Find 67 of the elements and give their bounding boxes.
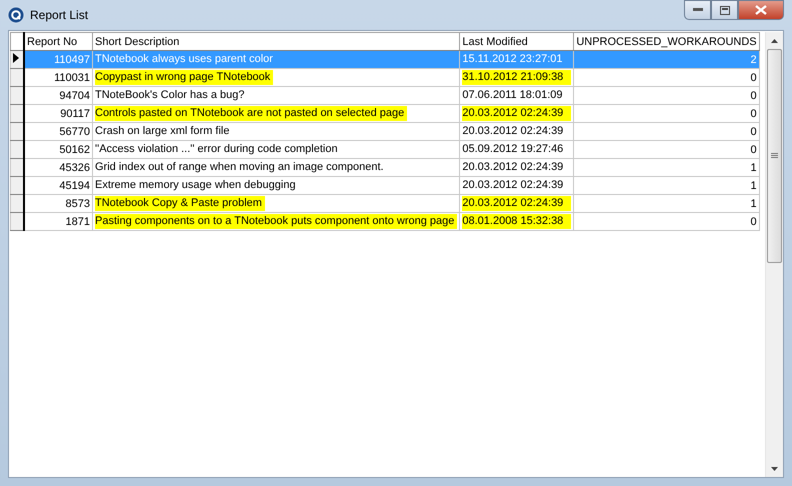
- row-indicator[interactable]: [10, 104, 24, 122]
- table-cell: 20.03.2012 02:24:39: [462, 106, 572, 121]
- table-cell-text: 15.11.2012 23:27:01: [462, 52, 564, 67]
- maximize-button[interactable]: [711, 0, 738, 20]
- table-cell: 08.01.2008 15:32:38: [462, 214, 572, 229]
- table-cell-text: TNotebook always uses parent color: [95, 52, 274, 67]
- minimize-button[interactable]: [684, 0, 711, 20]
- table-cell: Copypast in wrong page TNotebook: [95, 70, 274, 85]
- scroll-down-icon[interactable]: [771, 466, 778, 470]
- row-indicator[interactable]: [10, 176, 24, 194]
- row-indicator[interactable]: [10, 68, 24, 86]
- row-indicator[interactable]: [10, 122, 24, 140]
- table-cell: 31.10.2012 21:09:38: [462, 70, 572, 85]
- table-cell: 0: [574, 86, 760, 104]
- column-header[interactable]: UNPROCESSED_WORKAROUNDS: [574, 32, 760, 50]
- table-cell-text: 05.09.2012 19:27:46: [462, 142, 564, 157]
- grip-icon: [771, 153, 778, 159]
- table-cell-text: 07.06.2011 18:01:09: [462, 88, 564, 103]
- current-row-icon: [13, 53, 19, 63]
- maximize-icon: [720, 6, 730, 14]
- table-cell: 45194: [24, 176, 92, 194]
- table-cell-text: Grid index out of range when moving an image component.: [95, 160, 385, 175]
- table-cell: 1: [574, 158, 760, 176]
- table-cell: 90117: [24, 104, 92, 122]
- close-icon: [755, 5, 767, 15]
- table-cell: 110497: [24, 50, 92, 68]
- table-cell: 50162: [24, 140, 92, 158]
- table-cell: 1871: [24, 212, 92, 230]
- table-cell: 1: [574, 176, 760, 194]
- scroll-up-icon[interactable]: [771, 38, 778, 42]
- row-indicator[interactable]: [10, 50, 24, 68]
- row-indicator[interactable]: [10, 212, 24, 230]
- table-cell: Pasting components on to a TNotebook puts component onto wrong page: [95, 214, 458, 229]
- close-button[interactable]: [738, 0, 784, 20]
- table-cell-text: 20.03.2012 02:24:39: [462, 124, 564, 139]
- app-logo-icon: [8, 7, 24, 23]
- table-cell: 20.03.2012 02:24:39: [462, 196, 572, 211]
- table-cell: 8573: [24, 194, 92, 212]
- table-cell-text: 20.03.2012 02:24:39: [462, 160, 564, 175]
- minimize-icon: [692, 8, 702, 12]
- row-indicator[interactable]: [10, 140, 24, 158]
- table-cell: Controls pasted on TNotebook are not pasted on selected page: [95, 106, 408, 121]
- table-cell: 0: [574, 68, 760, 86]
- row-indicator[interactable]: [10, 86, 24, 104]
- table-cell-text: Crash on large xml form file: [95, 124, 230, 139]
- column-header[interactable]: Report No: [24, 32, 92, 50]
- table-cell-text: TNoteBook's Color has a bug?: [95, 88, 246, 103]
- vertical-scrollbar[interactable]: [765, 32, 783, 477]
- table-cell: 0: [574, 140, 760, 158]
- table-cell: 1: [574, 194, 760, 212]
- column-header[interactable]: Last Modified: [460, 32, 574, 50]
- table-cell: 2: [574, 50, 760, 68]
- table-cell: 110031: [24, 68, 92, 86]
- table-cell: 0: [574, 122, 760, 140]
- column-header[interactable]: Short Description: [92, 32, 460, 50]
- table-cell: 0: [574, 104, 760, 122]
- table-cell: 0: [574, 212, 760, 230]
- row-indicator[interactable]: [10, 194, 24, 212]
- table-cell-text: ''Access violation ...'' error during code completion: [95, 142, 339, 157]
- window-title: Report List: [30, 8, 88, 22]
- table-cell: 56770: [24, 122, 92, 140]
- row-indicator[interactable]: [10, 158, 24, 176]
- table-cell-text: 20.03.2012 02:24:39: [462, 178, 564, 193]
- table-cell: 94704: [24, 86, 92, 104]
- table-cell-text: Extreme memory usage when debugging: [95, 178, 297, 193]
- table-cell: TNotebook Copy & Paste problem: [95, 196, 265, 211]
- table-cell: 45326: [24, 158, 92, 176]
